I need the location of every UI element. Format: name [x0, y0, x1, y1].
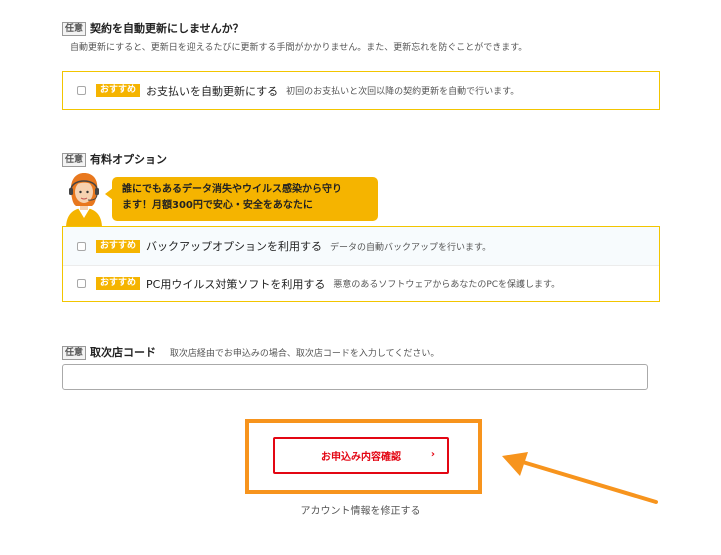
paid-options-heading: 任意 有料オプション — [62, 151, 167, 167]
support-agent-icon — [66, 173, 102, 228]
recommend-badge: おすすめ — [96, 84, 141, 97]
agency-code-input[interactable] — [62, 364, 648, 390]
bubble-line-2: ます！月額300円で安心・安全をあなたに — [122, 200, 313, 211]
promo-speech-bubble: 誰にでもあるデータ消失やウイルス感染から守り ます！月額300円で安心・安全をあ… — [112, 177, 378, 221]
optional-badge: 任意 — [62, 346, 87, 360]
auto-renew-heading: 任意 契約を自動更新にしませんか？ — [62, 20, 244, 36]
auto-renew-title: 契約を自動更新にしませんか？ — [90, 22, 244, 35]
agency-code-heading: 任意 取次店コード 取次店経由でお申込みの場合、取次店コードを入力してください。 — [62, 344, 439, 360]
checkbox-icon[interactable] — [77, 279, 86, 288]
auto-renew-option-description: 初回のお支払いと次回以降の契約更新を自動で行います。 — [286, 87, 520, 97]
agency-code-note: 取次店経由でお申込みの場合、取次店コードを入力してください。 — [169, 349, 440, 359]
checkbox-icon[interactable] — [77, 241, 86, 251]
confirm-application-button[interactable]: お申込み内容確認 › — [273, 437, 449, 474]
agency-code-title: 取次店コード — [90, 346, 157, 359]
recommend-badge: おすすめ — [96, 239, 141, 253]
auto-renew-description: 自動更新にすると、更新日を迎えるたびに更新する手間がかかりません。また、更新忘れ… — [70, 43, 528, 53]
checkbox-icon[interactable] — [77, 86, 86, 95]
backup-option-description: データの自動バックアップを行います。 — [330, 242, 492, 253]
confirm-button-label: お申込み内容確認 — [321, 452, 401, 463]
paid-options-box: おすすめ バックアップオプションを利用する データの自動バックアップを行います。… — [62, 226, 660, 302]
auto-renew-option-box: おすすめ お支払いを自動更新にする 初回のお支払いと次回以降の契約更新を自動で行… — [62, 71, 660, 110]
backup-option-row[interactable]: おすすめ バックアップオプションを利用する データの自動バックアップを行います。 — [63, 227, 659, 265]
bubble-line-1: 誰にでもあるデータ消失やウイルス感染から守り — [122, 184, 342, 195]
paid-options-title: 有料オプション — [90, 153, 168, 166]
optional-badge: 任意 — [62, 22, 87, 36]
backup-option-label[interactable]: バックアップオプションを利用する — [146, 238, 322, 254]
recommend-badge: おすすめ — [96, 277, 141, 290]
antivirus-option-row[interactable]: おすすめ PC用ウイルス対策ソフトを利用する 悪意のあるソフトウェアからあなたの… — [63, 265, 659, 301]
antivirus-option-label[interactable]: PC用ウイルス対策ソフトを利用する — [146, 276, 325, 292]
chevron-right-icon: › — [430, 449, 435, 460]
optional-badge: 任意 — [62, 153, 87, 167]
auto-renew-option-row[interactable]: おすすめ お支払いを自動更新にする 初回のお支払いと次回以降の契約更新を自動で行… — [63, 72, 659, 109]
auto-renew-option-label[interactable]: お支払いを自動更新にする — [146, 83, 278, 99]
pointer-arrow-icon — [502, 452, 658, 504]
antivirus-option-description: 悪意のあるソフトウェアからあなたのPCを保護します。 — [333, 280, 561, 290]
